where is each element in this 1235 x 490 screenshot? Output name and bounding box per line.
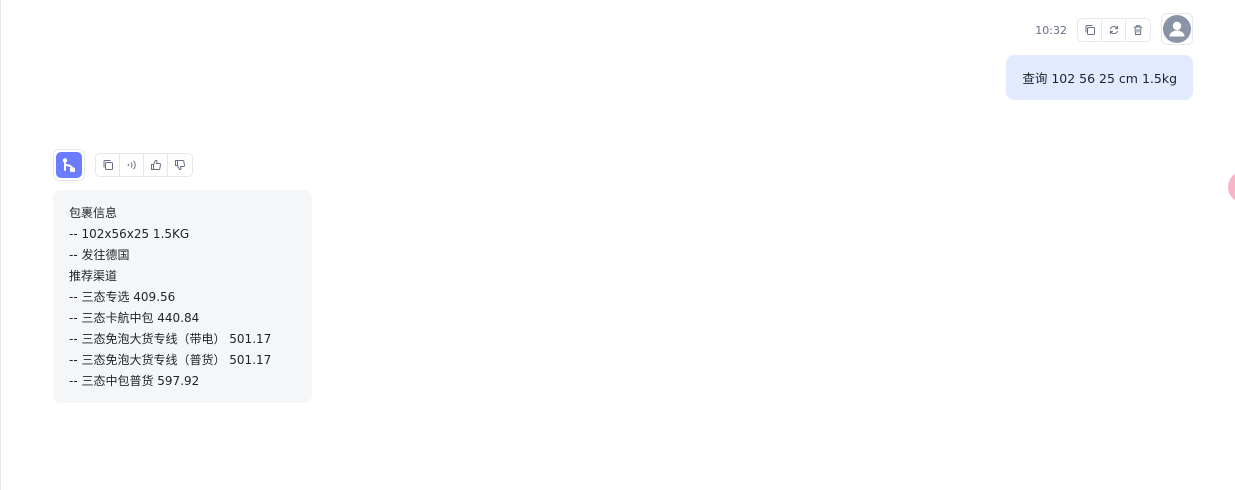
- user-icon: [1163, 15, 1191, 43]
- trash-icon: [1134, 25, 1142, 35]
- bot-message-bubble: 包裹信息 -- 102x56x25 1.5KG -- 发往德国 推荐渠道 -- …: [53, 190, 312, 403]
- bot-line-destination: -- 发往德国: [69, 248, 130, 262]
- bot-line-package-heading: 包裹信息: [69, 206, 118, 220]
- regenerate-button[interactable]: [1102, 19, 1126, 41]
- like-button[interactable]: [144, 154, 168, 176]
- user-message-meta: 10:32: [1035, 16, 1151, 44]
- bot-line-dimensions: -- 102x56x25 1.5KG: [69, 227, 190, 241]
- message-timestamp: 10:32: [1035, 23, 1067, 37]
- copy-icon: [1085, 25, 1095, 35]
- bot-logo: [56, 152, 82, 178]
- copy-button[interactable]: [96, 154, 120, 176]
- thumbs-up-icon: [150, 159, 161, 171]
- speaker-icon: [127, 160, 136, 170]
- copy-button[interactable]: [1078, 19, 1102, 41]
- thumbs-down-icon: [175, 159, 186, 171]
- bot-action-group: [95, 153, 193, 177]
- bot-logo-icon: [62, 158, 75, 172]
- bot-avatar: [53, 149, 85, 181]
- bot-line-channel: -- 三态卡航中包 440.84: [69, 311, 200, 325]
- refresh-icon: [1109, 25, 1118, 35]
- chat-page: 10:32 查询 102 56 25 cm 1.5kg 包裹信息 -- 102x…: [0, 0, 1235, 490]
- bot-message-actions: [95, 153, 193, 177]
- user-message-text: 查询 102 56 25 cm 1.5kg: [1022, 71, 1177, 86]
- copy-icon: [103, 160, 113, 170]
- read-aloud-button[interactable]: [120, 154, 144, 176]
- bot-line-channel: -- 三态免泡大货专线（带电） 501.17: [69, 332, 272, 346]
- delete-button[interactable]: [1126, 19, 1150, 41]
- bot-line-channel: -- 三态中包普货 597.92: [69, 374, 200, 388]
- dislike-button[interactable]: [168, 154, 192, 176]
- bot-line-channel: -- 三态专选 409.56: [69, 290, 176, 304]
- floating-assistant-button[interactable]: [1228, 171, 1235, 203]
- bot-line-channel-heading: 推荐渠道: [69, 269, 118, 283]
- user-message-actions: [1077, 18, 1151, 42]
- user-message-bubble: 查询 102 56 25 cm 1.5kg: [1006, 55, 1193, 100]
- bot-line-channel: -- 三态免泡大货专线（普货） 501.17: [69, 353, 272, 367]
- user-avatar: [1161, 13, 1193, 45]
